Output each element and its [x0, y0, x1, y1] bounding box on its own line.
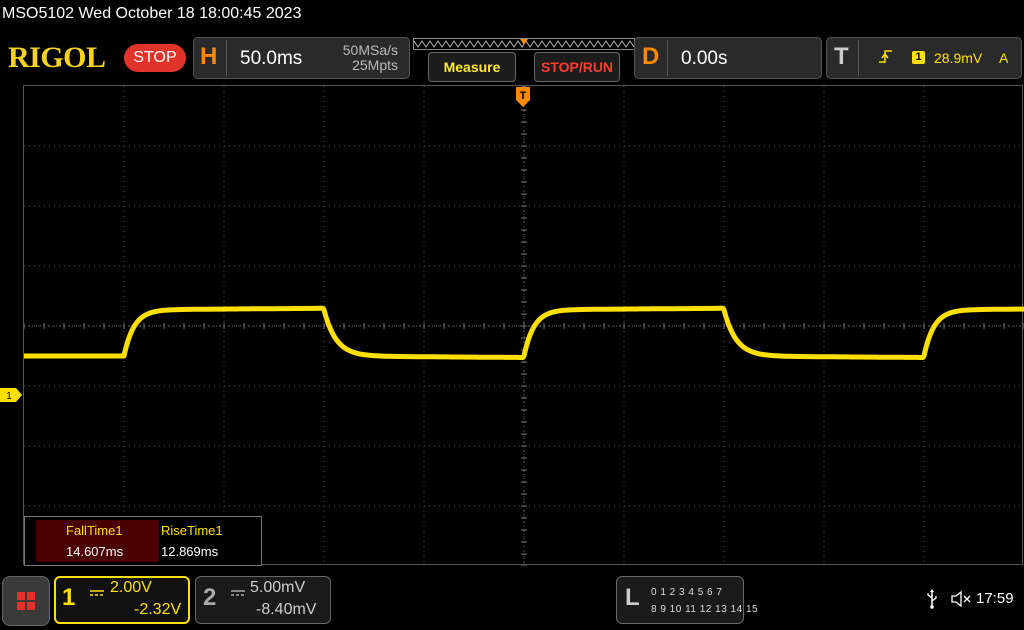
timebase-value: 50.0ms: [240, 48, 303, 69]
measure-button[interactable]: Measure: [428, 52, 516, 82]
measurement-label: FallTime1: [66, 523, 123, 538]
main-menu-button[interactable]: [2, 576, 50, 626]
logic-channels-row2: 8 9 10 11 12 13 14 15: [651, 604, 759, 615]
usb-icon: [926, 589, 938, 614]
trigger-level: 28.9mV: [934, 50, 983, 66]
delay-letter: D: [642, 43, 660, 70]
channel1-offset: -2.32V: [134, 601, 182, 618]
channel1-scale: 2.00V: [110, 579, 152, 596]
delay-panel[interactable]: [634, 37, 822, 79]
dc-coupling-icon: [231, 584, 245, 602]
channel1-marker-label: 1: [6, 391, 12, 402]
rigol-logo: RIGOL: [8, 41, 106, 74]
memory-position-strip: [413, 38, 635, 50]
clock: 17:59: [976, 590, 1014, 607]
trigger-position-marker[interactable]: T: [515, 86, 531, 113]
delay-value: 0.00s: [681, 48, 728, 69]
channel1-trace: [24, 305, 1024, 360]
channel2-offset: -8.40mV: [256, 601, 317, 618]
horizontal-letter: H: [200, 43, 218, 70]
measurement-value: 14.607ms: [66, 544, 124, 559]
trigger-marker-label: T: [520, 90, 527, 102]
measurement-label: RiseTime1: [161, 523, 223, 538]
channel2-scale: 5.00mV: [250, 579, 306, 596]
measurement-value: 12.869ms: [161, 544, 219, 559]
menu-grid-icon: [17, 592, 35, 610]
rising-edge-icon: [878, 48, 894, 71]
window-title: MSO5102 Wed October 18 18:00:45 2023: [2, 5, 302, 22]
divider: [226, 40, 227, 76]
logic-letter: L: [625, 584, 640, 611]
divider: [858, 40, 859, 76]
channel1-offset-marker[interactable]: 1: [0, 388, 22, 407]
stop-run-button[interactable]: STOP/RUN: [534, 52, 620, 82]
graticule: [24, 86, 1024, 566]
waveform-display[interactable]: [23, 85, 1024, 566]
trigger-letter: T: [834, 43, 849, 70]
divider: [667, 40, 668, 76]
trigger-source-badge: 1: [912, 51, 925, 64]
dc-coupling-icon: [90, 584, 104, 602]
memory-depth: 25Mpts: [352, 57, 398, 73]
logic-channels-row1: 0 1 2 3 4 5 6 7: [651, 587, 723, 598]
trigger-mode: A: [999, 50, 1009, 66]
sample-rate: 50MSa/s: [342, 42, 398, 58]
channel2-number: 2: [203, 584, 217, 611]
mute-icon[interactable]: [950, 590, 972, 613]
run-status-badge[interactable]: STOP: [124, 44, 186, 72]
channel1-number: 1: [62, 584, 76, 611]
